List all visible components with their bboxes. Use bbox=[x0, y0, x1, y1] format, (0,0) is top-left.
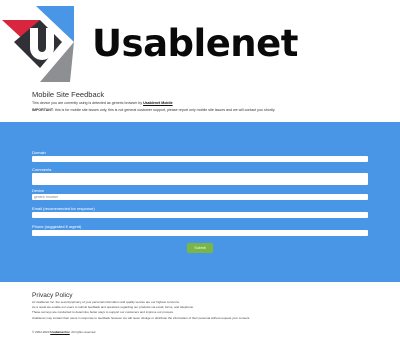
detection-prefix: This device you are currently using is d… bbox=[32, 101, 143, 105]
important-notice: IMPORTANT: this is for mobile site issue… bbox=[32, 108, 377, 113]
submit-button[interactable]: Submit bbox=[187, 243, 213, 253]
important-text: : this is for mobile site issues only, t… bbox=[53, 108, 276, 112]
privacy-line: Usablenet may contact their users in res… bbox=[32, 315, 251, 320]
copyright-suffix: . All rights reserved. bbox=[69, 330, 97, 334]
usablenet-footer-link[interactable]: Usablenet Inc bbox=[50, 330, 70, 334]
privacy-section: Privacy Policy At Usablenet Inc. the sec… bbox=[32, 292, 377, 320]
privacy-line: These surveys are conducted to determine… bbox=[32, 310, 174, 315]
usablenet-mobile-link[interactable]: Usablenet Mobile bbox=[143, 101, 173, 105]
site-header: Usablenet bbox=[0, 0, 400, 88]
phone-label: Phone (suggested if urgent) bbox=[32, 224, 82, 229]
domain-label: Domain bbox=[32, 150, 46, 155]
phone-input[interactable] bbox=[32, 230, 368, 236]
privacy-title: Privacy Policy bbox=[32, 292, 73, 299]
email-input[interactable] bbox=[32, 212, 368, 218]
intro-section: Mobile Site Feedback This device you are… bbox=[32, 90, 377, 113]
brand-wordmark: Usablenet bbox=[92, 22, 298, 65]
privacy-line: As a result we enable our users to submi… bbox=[32, 305, 194, 310]
comments-textarea[interactable] bbox=[32, 173, 368, 185]
privacy-line: At Usablenet Inc. the security/privacy o… bbox=[32, 300, 180, 304]
comments-label: Comments bbox=[32, 167, 52, 172]
device-label: Device bbox=[32, 188, 45, 193]
device-select[interactable]: generic browser bbox=[32, 194, 368, 200]
detection-text: This device you are currently using is d… bbox=[32, 101, 377, 106]
usablenet-logo-icon[interactable] bbox=[0, 2, 82, 84]
copyright-prefix: © 2004-2020 bbox=[32, 330, 50, 334]
feedback-form: Domain Comments Device generic browser E… bbox=[0, 122, 400, 282]
important-label: IMPORTANT bbox=[32, 108, 54, 112]
copyright: © 2004-2020 Usablenet Inc. All rights re… bbox=[32, 330, 96, 334]
domain-input[interactable] bbox=[32, 156, 368, 162]
email-label: Email (recommended for response) bbox=[32, 206, 95, 211]
page-title: Mobile Site Feedback bbox=[32, 90, 105, 99]
